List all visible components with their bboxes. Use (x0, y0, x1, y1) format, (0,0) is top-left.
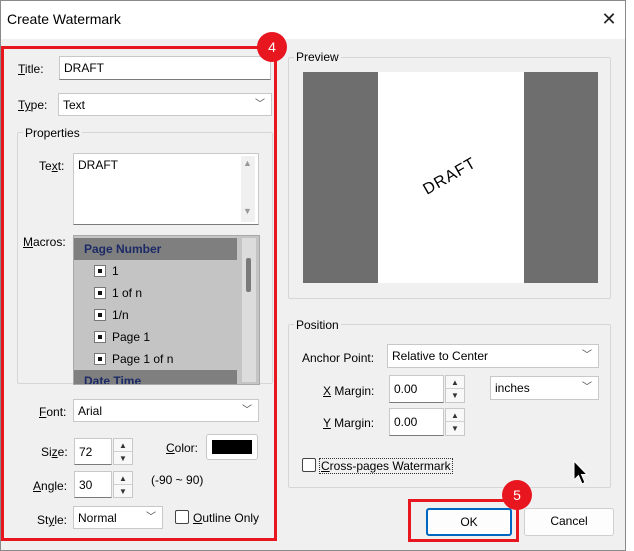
cancel-button[interactable]: Cancel (524, 508, 614, 536)
spin-up-icon[interactable]: ▲ (446, 376, 464, 389)
spin-down-icon[interactable]: ▼ (446, 422, 464, 435)
x-margin-label: X Margin: (323, 384, 375, 398)
cross-pages-checkbox[interactable] (302, 458, 316, 472)
anchor-point-dropdown[interactable]: Relative to Center ﹀ (387, 344, 599, 368)
preview-label: Preview (294, 50, 341, 64)
dialog-title: Create Watermark (7, 11, 121, 27)
x-margin-stepper[interactable]: ▲ ▼ (445, 375, 465, 403)
y-margin-label: Y Margin: (323, 416, 375, 430)
chevron-down-icon: ﹀ (582, 382, 592, 393)
y-margin-stepper[interactable]: ▲ ▼ (445, 408, 465, 436)
units-dropdown[interactable]: inches ﹀ (490, 376, 599, 400)
step-badge-5: 5 (502, 480, 532, 510)
spin-down-icon[interactable]: ▼ (446, 389, 464, 402)
background-edge (627, 0, 634, 551)
anchor-point-label: Anchor Point: (302, 351, 375, 365)
x-margin-input[interactable]: 0.00 (389, 375, 444, 403)
y-margin-input[interactable]: 0.00 (389, 408, 444, 436)
spin-up-icon[interactable]: ▲ (446, 409, 464, 422)
close-icon[interactable]: ✕ (597, 7, 621, 31)
position-label: Position (294, 318, 341, 332)
cross-pages-label: Cross-pages Watermark (319, 458, 453, 474)
title-bar: Create Watermark ✕ (1, 1, 625, 39)
highlight-box-5 (408, 499, 519, 542)
step-badge-4: 4 (257, 32, 287, 62)
preview-area: DRAFT (303, 72, 598, 283)
highlight-box-4 (1, 46, 277, 541)
preview-page: DRAFT (378, 72, 524, 283)
mouse-cursor-icon (573, 460, 589, 485)
preview-watermark-text: DRAFT (420, 154, 480, 199)
chevron-down-icon: ﹀ (582, 350, 592, 361)
